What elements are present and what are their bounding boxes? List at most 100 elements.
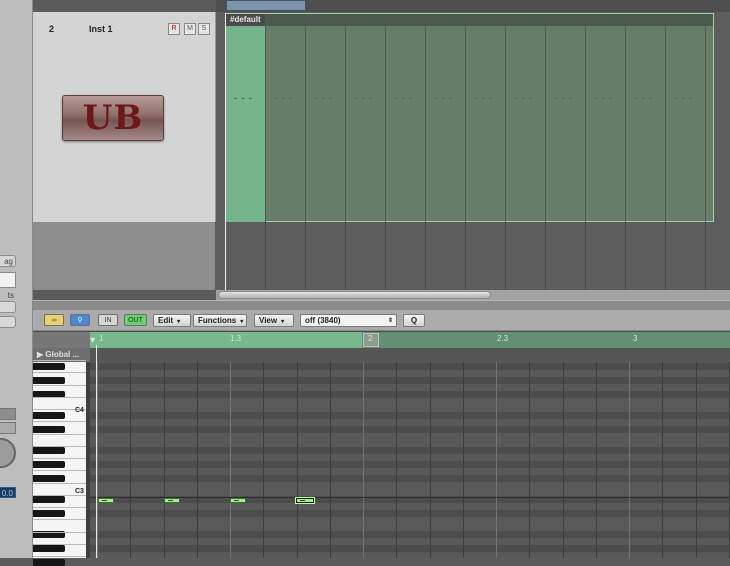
note-lane[interactable] [90,489,730,496]
inspector-dark-slot-2[interactable] [0,422,16,434]
pan-knob[interactable] [0,438,16,468]
track-name[interactable]: Inst 1 [89,24,113,34]
quantize-select[interactable]: off (3840) ⇕ [300,314,397,327]
midi-note-selected[interactable] [296,498,314,503]
bar-line [385,222,386,290]
note-lane[interactable] [90,405,730,412]
track-list-empty-area [33,222,215,290]
black-key[interactable] [33,363,65,370]
white-key-separator [33,531,86,533]
instrument-plugin-logo[interactable]: UB [62,95,164,141]
note-lane[interactable] [90,517,730,524]
region-bar-line [585,26,586,222]
black-key[interactable] [33,496,65,503]
note-lane[interactable] [90,440,730,447]
region-title-bar[interactable] [226,14,713,26]
grid-line [529,362,530,558]
note-lane[interactable] [90,531,730,538]
midi-note[interactable] [164,498,180,503]
note-lane[interactable] [90,510,730,517]
black-key[interactable] [33,426,65,433]
midi-in-icon: IN [104,317,112,324]
functions-menu-label: Functions [198,316,237,325]
piano-roll-toolbar: ∞ ⚲ IN OUT Edit ▾ Functions ▾ View ▾ off (3… [33,310,730,331]
note-lane[interactable] [90,503,730,510]
functions-menu[interactable]: Functions ▾ [193,314,247,327]
ruler-label: 2.3 [497,334,509,343]
black-key[interactable] [33,559,65,566]
midi-note[interactable] [98,498,114,503]
link-button[interactable]: ∞ [44,314,64,326]
note-lane[interactable] [90,545,730,552]
grid-line [164,362,165,558]
piano-roll-editor[interactable]: ∞ ⚲ IN OUT Edit ▾ Functions ▾ View ▾ off (3… [33,310,730,566]
region-name[interactable]: #default [226,14,265,26]
piano-keyboard[interactable]: C4 C3 [33,360,86,566]
white-key-separator [33,433,86,435]
bar-ruler[interactable]: 1 1.3 2 2.3 3 [90,332,730,348]
note-lane[interactable] [90,363,730,370]
midi-note[interactable] [230,498,246,503]
updown-arrow-icon: ⇕ [387,318,393,324]
black-key[interactable] [33,475,65,482]
view-menu[interactable]: View ▾ [254,314,294,327]
black-key[interactable] [33,447,65,454]
horizontal-scrollbar[interactable] [218,291,491,299]
region-note-marks: - - - [594,93,613,103]
solo-button[interactable]: S [198,23,210,35]
note-lane[interactable] [90,384,730,391]
region-note-marks: - - - [674,93,693,103]
note-lane[interactable] [90,524,730,531]
note-lane[interactable] [90,475,730,482]
note-lane[interactable] [90,552,730,558]
playhead-marker-icon[interactable]: ▾ [90,335,95,346]
inspector-partial-button-3[interactable] [0,316,16,328]
note-lane[interactable] [90,468,730,475]
playhead[interactable] [225,13,226,290]
note-lane[interactable] [90,426,730,433]
inspector-partial-button-2[interactable] [0,301,16,313]
region-note-marks: - - - [394,93,413,103]
note-lane[interactable] [90,447,730,454]
black-key[interactable] [33,461,65,468]
note-lane[interactable] [90,377,730,384]
note-lane[interactable] [90,398,730,405]
inspector-dark-slot-1[interactable] [0,408,16,420]
note-lane[interactable] [90,433,730,440]
inspector-partial-field[interactable] [0,272,16,288]
bar-line [705,222,706,290]
note-lane[interactable] [90,412,730,419]
region-bar-line [665,26,666,222]
region-above[interactable] [226,0,306,11]
edit-menu[interactable]: Edit ▾ [153,314,191,327]
black-key[interactable] [33,377,65,384]
piano-roll-playhead[interactable] [96,345,97,558]
note-lane[interactable] [90,419,730,426]
note-velocity-line [234,500,239,501]
black-key[interactable] [33,412,65,419]
black-key[interactable] [33,510,65,517]
track-number: 2 [49,24,55,34]
note-lane[interactable] [90,482,730,489]
note-lane[interactable] [90,370,730,377]
bar-line [265,222,266,290]
record-enable-button[interactable]: R [168,23,180,35]
note-grid[interactable] [90,362,730,558]
region-bar-line [305,26,306,222]
catch-button[interactable]: ⚲ [70,314,90,326]
black-key[interactable] [33,545,65,552]
mute-button[interactable]: M [184,23,196,35]
note-lane[interactable] [90,454,730,461]
volume-value-display[interactable]: 0.0 [0,487,16,498]
track-header[interactable]: 2 Inst 1 R M S UB [33,12,216,222]
note-lane[interactable] [90,391,730,398]
inspector-partial-button-1[interactable]: ag [0,255,16,267]
note-lane[interactable] [90,461,730,468]
midi-in-button[interactable]: IN [98,314,118,326]
ruler-label: 2 [368,334,373,343]
midi-out-button[interactable]: OUT [124,314,147,326]
quantize-button[interactable]: Q [403,314,425,327]
note-lane[interactable] [90,538,730,545]
region-note-marks: - - - [354,93,373,103]
midi-region[interactable]: #default - - - - - - - - - - - - - - - -… [225,13,714,222]
